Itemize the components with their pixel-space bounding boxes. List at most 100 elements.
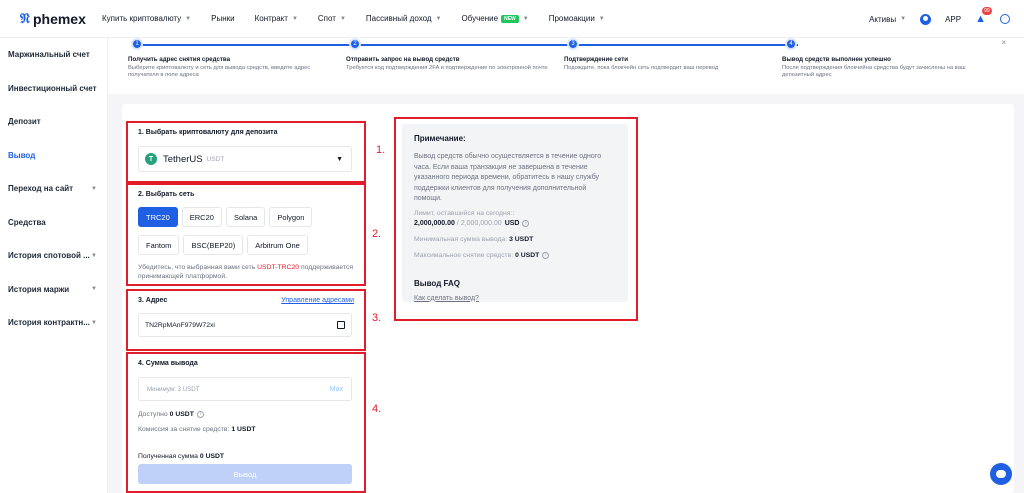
- max-withdraw-label: Максимальное снятие средств:: [414, 251, 514, 259]
- info-icon[interactable]: i: [542, 251, 550, 259]
- withdraw-steps: 1 Получить адрес снятия средства Выберит…: [108, 38, 1024, 94]
- user-button[interactable]: [920, 13, 932, 25]
- info-icon[interactable]: i: [196, 411, 204, 418]
- nav-promotions[interactable]: Промоакции ▼: [549, 14, 605, 23]
- sidebar-item-contract-history[interactable]: История контрактн... ▼: [0, 306, 107, 340]
- nav-label: Спот: [317, 14, 336, 23]
- network-chip-solana[interactable]: Solana: [225, 207, 266, 227]
- max-button[interactable]: Max: [330, 386, 343, 393]
- network-chip-bsc[interactable]: BSC(BEP20): [183, 235, 244, 255]
- sidebar-item-label: Вывод: [8, 150, 36, 160]
- nav-learn[interactable]: Обучение NEW ▼: [462, 14, 529, 23]
- chevron-down-icon: ▼: [91, 286, 97, 293]
- nav-right-group: Активы ▼ APP ▲ 99: [855, 0, 1010, 38]
- nav-contract[interactable]: Контракт ▼: [255, 14, 298, 23]
- sidebar-item-label: Средства: [8, 217, 46, 227]
- step-number: 3: [567, 38, 579, 50]
- received-value: 0 USDT: [199, 453, 225, 460]
- app-download-button[interactable]: APP: [945, 15, 961, 24]
- coin-symbol: USDT: [206, 155, 225, 163]
- address-book-icon[interactable]: [337, 321, 345, 329]
- chevron-down-icon: ▼: [91, 252, 97, 259]
- phemex-logo[interactable]: 𝔑 phemex: [20, 10, 102, 27]
- step-4: 4 Вывод средств выполнен успешно После п…: [782, 38, 992, 79]
- step-title: Подтверждение сети: [564, 56, 629, 63]
- withdraw-submit-button[interactable]: Вывод: [138, 464, 352, 484]
- chevron-down-icon: ▼: [435, 15, 442, 22]
- chevron-down-icon: ▼: [522, 15, 529, 22]
- sidebar-item-spot-history[interactable]: История спотовой ... ▼: [0, 239, 107, 273]
- available-label: Доступно: [138, 411, 168, 418]
- chevron-down-icon: ▼: [91, 185, 97, 192]
- coin-name: TetherUS: [163, 153, 203, 165]
- phemex-logo-text: phemex: [32, 10, 86, 27]
- step-number: 2: [349, 38, 361, 50]
- limit-total: 2,000,000.00: [460, 219, 502, 227]
- language-button[interactable]: [1000, 14, 1010, 24]
- step-3: 3 Подтверждение сети Подождите, пока бло…: [564, 38, 774, 72]
- note-title: Примечание:: [414, 134, 466, 143]
- network-chip-erc20[interactable]: ERC20: [181, 207, 222, 227]
- sidebar-item-transfer[interactable]: Переход на сайт ▼: [0, 172, 107, 206]
- section-title: 2. Выбрать сеть: [138, 191, 195, 198]
- received-label: Полученная сумма: [138, 453, 198, 460]
- chevron-down-icon: ▼: [185, 15, 192, 22]
- address-input[interactable]: TN2RpMAnF979W72xi: [138, 313, 352, 337]
- notifications-button[interactable]: ▲ 99: [975, 7, 992, 25]
- note-text: Вывод средств обычно осуществляется в те…: [414, 153, 602, 202]
- faq-title: Вывод FAQ: [414, 278, 460, 288]
- chat-icon: [996, 470, 1006, 478]
- nav-markets[interactable]: Рынки: [211, 14, 234, 23]
- chevron-down-icon: ▼: [900, 16, 907, 22]
- amount-placeholder: Минимум: 3 USDT: [147, 385, 200, 393]
- manage-addresses-link[interactable]: Управление адресами: [281, 297, 354, 304]
- network-chip-trc20[interactable]: TRC20: [138, 207, 178, 227]
- nav-buy-crypto[interactable]: Купить криптовалюту ▼: [102, 14, 191, 23]
- step-title: Получить адрес снятия средства: [128, 56, 231, 63]
- section-title: 3. Адрес: [138, 297, 168, 304]
- nav-label: Пассивный доход: [365, 14, 432, 23]
- step-1: 1 Получить адрес снятия средства Выберит…: [128, 38, 338, 79]
- nav-assets[interactable]: Активы ▼: [869, 15, 906, 24]
- step-title: Отправить запрос на вывод средств: [346, 56, 460, 63]
- faq-link-how-to-withdraw[interactable]: Как сделать вывод?: [414, 295, 616, 302]
- sidebar-item-margin-account[interactable]: Маржинальный счет: [0, 38, 107, 72]
- address-value: TN2RpMAnF979W72xi: [145, 321, 215, 329]
- fee-row: Комиссия за снятие средств: 1 USDT: [138, 426, 354, 433]
- crypto-select[interactable]: T TetherUS USDT ▼: [138, 146, 352, 172]
- sidebar-item-label: Переход на сайт: [8, 184, 74, 194]
- nav-label: Контракт: [254, 14, 288, 23]
- chevron-down-icon: ▼: [291, 15, 298, 22]
- step-description: После подтверждения блокчейна средства б…: [782, 65, 966, 78]
- sidebar-item-label: История контрактн...: [8, 318, 90, 328]
- info-icon[interactable]: i: [522, 219, 530, 227]
- annotation-marker-2: 2.: [372, 228, 382, 240]
- nav-label: Купить криптовалюту: [102, 14, 182, 23]
- network-chip-polygon[interactable]: Polygon: [269, 207, 313, 227]
- amount-input[interactable]: Минимум: 3 USDT Max: [138, 377, 352, 401]
- section-title: 1. Выбрать криптовалюту для депозита: [138, 129, 278, 136]
- network-chip-arbitrum[interactable]: Arbitrum One: [247, 235, 308, 255]
- step-title: Вывод средств выполнен успешно: [782, 56, 891, 63]
- close-icon[interactable]: ×: [1001, 38, 1006, 47]
- support-chat-button[interactable]: [990, 463, 1012, 485]
- min-withdraw-row: Минимальная сумма вывода: 3 USDT: [414, 236, 616, 243]
- sidebar-item-deposit[interactable]: Депозит: [0, 105, 107, 139]
- sidebar-item-withdraw[interactable]: Вывод: [0, 139, 107, 173]
- network-warning: Убедитесь, что выбранная вами сеть USDT-…: [138, 263, 354, 281]
- section-select-crypto: 1. Выбрать криптовалюту для депозита T T…: [126, 121, 366, 183]
- sidebar-item-label: История маржи: [8, 284, 70, 294]
- annotation-marker-1: 1.: [376, 144, 386, 156]
- dropdown-arrow-icon: ▼: [336, 155, 343, 163]
- network-chip-fantom[interactable]: Fantom: [138, 235, 180, 255]
- sidebar-item-funds[interactable]: Средства: [0, 206, 107, 240]
- user-icon: [920, 13, 932, 25]
- section-address: 3. Адрес Управление адресами TN2RpMAnF97…: [126, 289, 366, 351]
- sidebar-item-margin-history[interactable]: История маржи ▼: [0, 273, 107, 307]
- step-description: Подождите, пока блокчейн сеть подтвердит…: [564, 65, 719, 71]
- bell-icon: ▲ 99: [975, 7, 992, 25]
- sidebar-item-investment-account[interactable]: Инвестиционный счет: [0, 72, 107, 106]
- nav-spot[interactable]: Спот ▼: [318, 14, 346, 23]
- nav-label: Промоакции: [548, 14, 595, 23]
- nav-passive-income[interactable]: Пассивный доход ▼: [366, 14, 442, 23]
